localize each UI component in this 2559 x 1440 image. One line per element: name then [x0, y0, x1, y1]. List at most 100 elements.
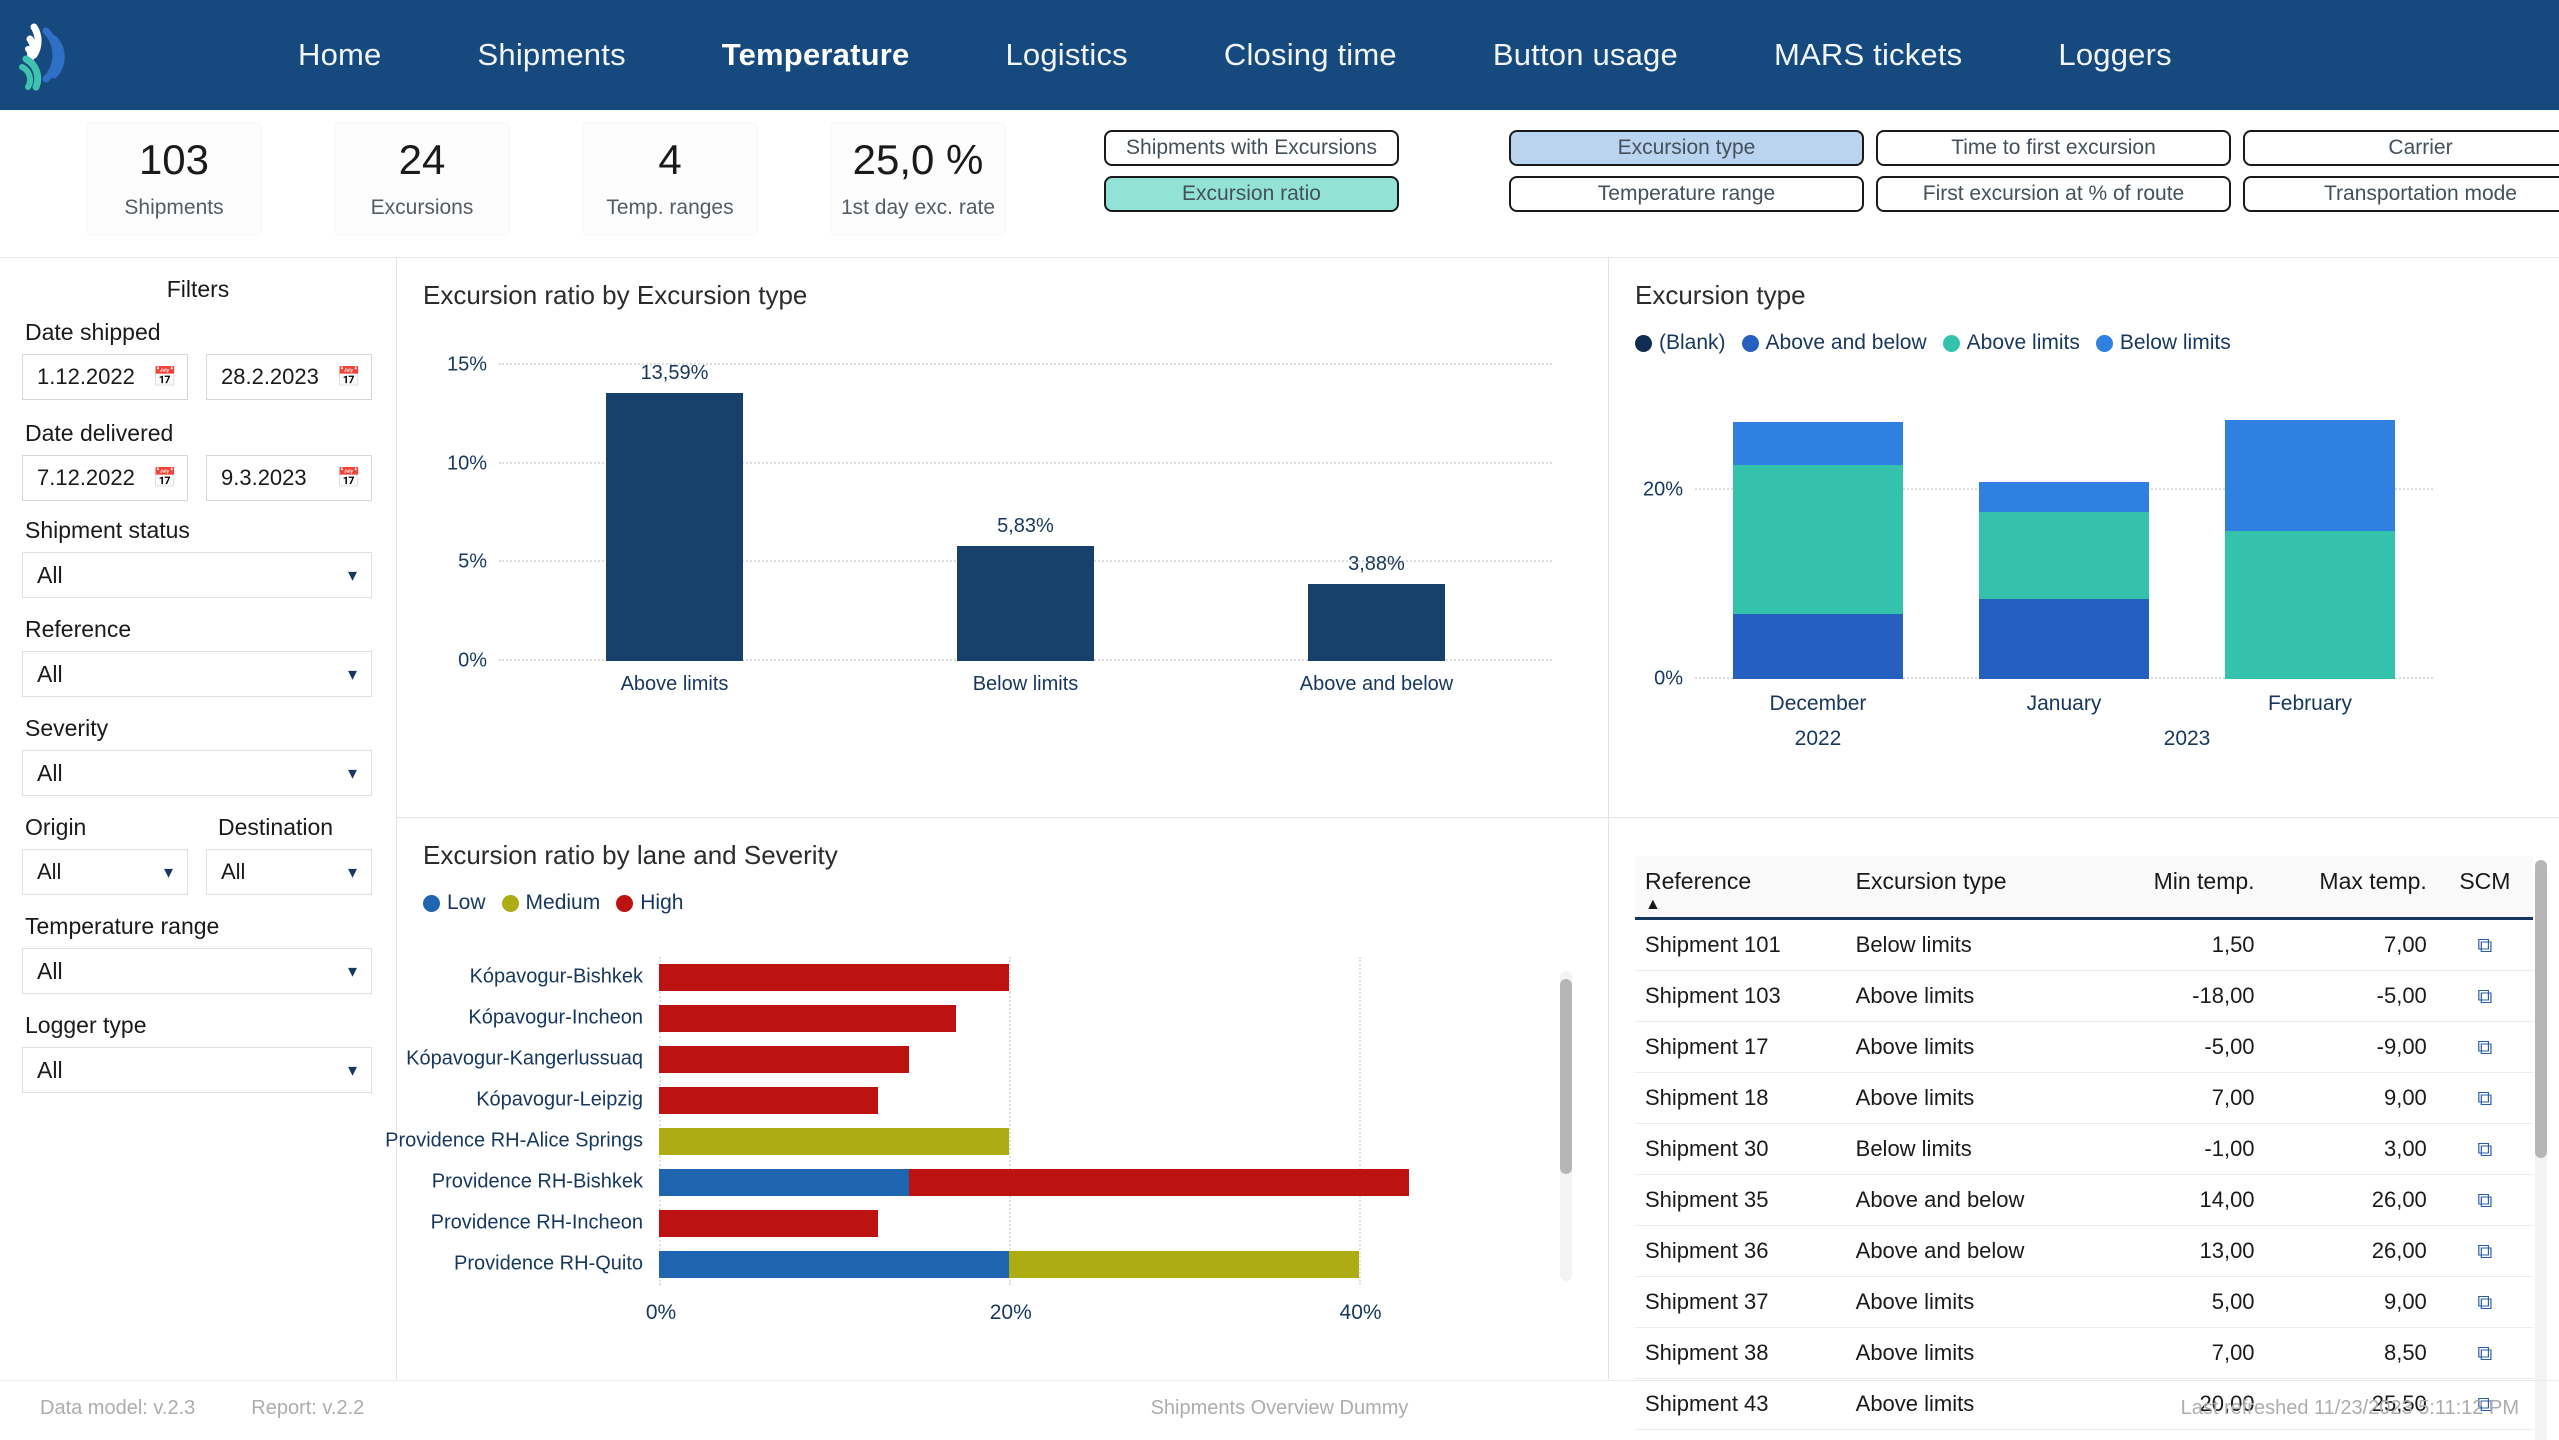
- table-row[interactable]: Shipment 35 Above and below 14,00 26,00 ⧉: [1635, 1174, 2533, 1226]
- stacked-bar-segment[interactable]: [1733, 465, 1903, 614]
- cell-max-temp: 26,00: [2264, 1174, 2437, 1226]
- nav-item-button-usage[interactable]: Button usage: [1493, 37, 1678, 73]
- table-row[interactable]: Shipment 38 Above limits 7,00 8,50 ⧉: [1635, 1327, 2533, 1379]
- shipment-status-select[interactable]: All ▾: [22, 552, 372, 598]
- table-row[interactable]: Shipment 18 Above limits 7,00 9,00 ⧉: [1635, 1072, 2533, 1124]
- severity-select[interactable]: All ▾: [22, 750, 372, 796]
- link-icon[interactable]: ⧉: [2477, 934, 2492, 957]
- y-axis-tick: 20%: [1642, 478, 1683, 501]
- table-header: Reference ▲ Excursion type Min temp. Max…: [1635, 856, 2533, 920]
- origin-select[interactable]: All ▾: [22, 849, 188, 895]
- table-row[interactable]: Shipment 36 Above and below 13,00 26,00 ⧉: [1635, 1225, 2533, 1277]
- chart-scrollbar-thumb[interactable]: [1560, 979, 1572, 1175]
- cell-excursion-type: Above and below: [1845, 1225, 2101, 1277]
- nav-item-logistics[interactable]: Logistics: [1005, 37, 1127, 73]
- link-icon[interactable]: ⧉: [2477, 1189, 2492, 1212]
- calendar-icon[interactable]: 📅: [153, 368, 177, 387]
- stacked-bar-segment[interactable]: [2225, 531, 2395, 679]
- cell-scm: ⧉: [2436, 1276, 2533, 1328]
- bar-segment[interactable]: [659, 1168, 910, 1197]
- cell-min-temp: -18,00: [2100, 970, 2265, 1022]
- measure-button-shipments-with-excursions[interactable]: Shipments with Excursions: [1104, 130, 1399, 166]
- bar[interactable]: [957, 545, 1094, 661]
- filter-label-reference: Reference: [25, 616, 132, 642]
- chevron-down-icon: ▾: [347, 762, 357, 783]
- bar-segment[interactable]: [1008, 1250, 1359, 1279]
- date-delivered-from-input[interactable]: 7.12.2022 📅: [22, 455, 188, 501]
- nav-item-shipments[interactable]: Shipments: [478, 37, 626, 73]
- column-header-min-temp[interactable]: Min temp.: [2100, 856, 2265, 920]
- bar-column: 3,88% Above and below: [1300, 553, 1453, 695]
- link-icon[interactable]: ⧉: [2477, 1138, 2492, 1161]
- chevron-down-icon: ▾: [347, 960, 357, 981]
- table-scrollbar-thumb[interactable]: [2535, 860, 2547, 1159]
- bar-segment[interactable]: [659, 1004, 957, 1033]
- calendar-icon[interactable]: 📅: [337, 368, 361, 387]
- shipment-status-value: All: [37, 561, 63, 588]
- bar-segment[interactable]: [659, 963, 1009, 992]
- link-icon[interactable]: ⧉: [2477, 1342, 2492, 1365]
- reference-select[interactable]: All ▾: [22, 651, 372, 697]
- stacked-bar-segment[interactable]: [1733, 422, 1903, 466]
- logger-type-select[interactable]: All ▾: [22, 1047, 372, 1093]
- column-header-scm[interactable]: SCM: [2436, 856, 2533, 920]
- bar[interactable]: [606, 392, 743, 661]
- column-header-excursion-type[interactable]: Excursion type: [1845, 856, 2101, 920]
- bar-segment[interactable]: [659, 1127, 1009, 1156]
- stacked-bar-segment[interactable]: [1979, 482, 2149, 513]
- stacked-bar-segment[interactable]: [2225, 419, 2395, 532]
- dimension-button-carrier[interactable]: Carrier: [2243, 130, 2559, 166]
- nav-item-temperature[interactable]: Temperature: [722, 37, 910, 73]
- stacked-bar-segment[interactable]: [1733, 613, 1903, 679]
- nav-item-loggers[interactable]: Loggers: [2058, 37, 2171, 73]
- bar-segment[interactable]: [659, 1086, 878, 1115]
- table-row[interactable]: Shipment 17 Above limits -5,00 -9,00 ⧉: [1635, 1021, 2533, 1073]
- filter-label-temperature-range: Temperature range: [25, 913, 220, 939]
- table-row[interactable]: Shipment 101 Below limits 1,50 7,00 ⧉: [1635, 918, 2533, 971]
- app-logo[interactable]: [6, 9, 98, 101]
- bar-segment[interactable]: [659, 1209, 878, 1238]
- nav-item-closing-time[interactable]: Closing time: [1224, 37, 1397, 73]
- calendar-icon[interactable]: 📅: [153, 469, 177, 488]
- destination-select[interactable]: All ▾: [206, 849, 372, 895]
- calendar-icon[interactable]: 📅: [337, 469, 361, 488]
- cell-excursion-type: Above limits: [1845, 970, 2101, 1022]
- date-delivered-to-input[interactable]: 9.3.2023 📅: [206, 455, 372, 501]
- link-icon[interactable]: ⧉: [2477, 985, 2492, 1008]
- table-row[interactable]: Shipment 37 Above limits 5,00 9,00 ⧉: [1635, 1276, 2533, 1328]
- link-icon[interactable]: ⧉: [2477, 1036, 2492, 1059]
- dimension-button-first-excursion-at-pct-of-route[interactable]: First excursion at % of route: [1876, 176, 2231, 212]
- legend-label: Medium: [525, 891, 601, 914]
- table-scrollbar[interactable]: [2535, 860, 2547, 1440]
- dimension-button-transportation-mode[interactable]: Transportation mode: [2243, 176, 2559, 212]
- stacked-bar-segment[interactable]: [1979, 512, 2149, 600]
- date-shipped-from-input[interactable]: 1.12.2022 📅: [22, 354, 188, 400]
- cell-reference: Shipment 17: [1635, 1021, 1846, 1073]
- bar-segment[interactable]: [659, 1045, 910, 1074]
- dimension-button-time-to-first-excursion[interactable]: Time to first excursion: [1876, 130, 2231, 166]
- nav-item-mars-tickets[interactable]: MARS tickets: [1774, 37, 1962, 73]
- chart-excursion-ratio-by-lane-severity: Excursion ratio by lane and Severity Low…: [385, 818, 1609, 1379]
- column-header-max-temp[interactable]: Max temp.: [2264, 856, 2437, 920]
- bar-segment[interactable]: [659, 1250, 1009, 1279]
- date-shipped-to-input[interactable]: 28.2.2023 📅: [206, 354, 372, 400]
- dimension-button-temperature-range[interactable]: Temperature range: [1509, 176, 1864, 212]
- table-row[interactable]: Shipment 30 Below limits -1,00 3,00 ⧉: [1635, 1123, 2533, 1175]
- bar[interactable]: [1308, 584, 1445, 661]
- y-axis-tick: 0%: [1654, 667, 1683, 690]
- dimension-button-excursion-type[interactable]: Excursion type: [1509, 130, 1864, 166]
- chart-scrollbar[interactable]: [1560, 971, 1572, 1281]
- nav-item-home[interactable]: Home: [298, 37, 382, 73]
- link-icon[interactable]: ⧉: [2477, 1291, 2492, 1314]
- link-icon[interactable]: ⧉: [2477, 1240, 2492, 1263]
- stacked-bar-segment[interactable]: [1979, 599, 2149, 679]
- link-icon[interactable]: ⧉: [2477, 1087, 2492, 1110]
- measure-button-excursion-ratio[interactable]: Excursion ratio: [1104, 176, 1399, 212]
- chevron-down-icon: ▾: [163, 861, 173, 882]
- legend-label: Low: [447, 891, 486, 914]
- kpi-strip: 103 Shipments 24 Excursions 4 Temp. rang…: [0, 110, 2559, 258]
- bar-segment[interactable]: [909, 1168, 1410, 1197]
- table-row[interactable]: Shipment 103 Above limits -18,00 -5,00 ⧉: [1635, 970, 2533, 1022]
- column-header-reference[interactable]: Reference ▲: [1635, 856, 1846, 920]
- temperature-range-select[interactable]: All ▾: [22, 948, 372, 994]
